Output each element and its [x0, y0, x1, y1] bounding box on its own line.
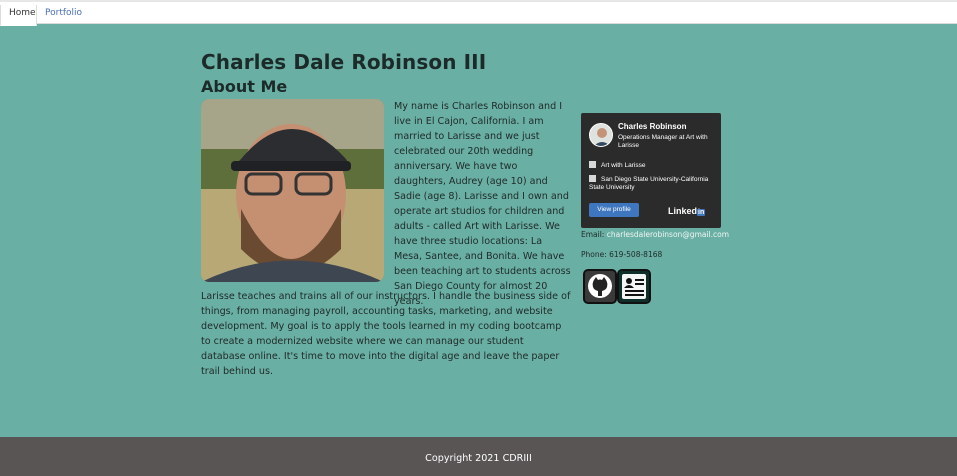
view-profile-button[interactable]: View profile [589, 203, 639, 217]
section-heading-about: About Me [201, 77, 288, 96]
linkedin-school: San Diego State University-California St… [589, 176, 709, 191]
github-icon[interactable] [583, 269, 617, 304]
linkedin-company: Art with Larisse [601, 162, 646, 169]
email-link[interactable]: charlesdalerobinson@gmail.com [607, 230, 729, 239]
linkedin-title: Operations Manager at Art with Larisse [618, 134, 708, 149]
page-title: Charles Dale Robinson III [201, 50, 487, 74]
email-line: Email: charlesdalerobinson@gmail.com [581, 230, 729, 239]
linkedin-school-row: San Diego State University-California St… [589, 175, 714, 192]
linkedin-badge[interactable]: Charles Robinson Operations Manager at A… [581, 113, 721, 228]
email-label: Email: [581, 230, 605, 239]
linkedin-company-row: Art with Larisse [589, 161, 645, 170]
linkedin-avatar [589, 123, 613, 147]
top-nav: Home Portfolio [0, 0, 957, 26]
phone-line: Phone: 619-508-8168 [581, 250, 663, 259]
bio-paragraph-1: My name is Charles Robinson and I live i… [394, 101, 571, 307]
profile-photo [201, 99, 384, 282]
copyright-text: Copyright 2021 CDRIII [425, 453, 532, 464]
linkedin-logo: Linkedin [668, 206, 706, 216]
linkedin-logo-text: Linked [668, 206, 698, 216]
linkedin-name: Charles Robinson [618, 122, 687, 131]
linkedin-logo-in: in [697, 209, 706, 216]
resume-icon[interactable] [617, 269, 651, 304]
school-icon [589, 175, 596, 182]
tab-portfolio[interactable]: Portfolio [37, 5, 90, 26]
company-icon [589, 161, 596, 168]
tab-home[interactable]: Home [0, 5, 37, 26]
bio-paragraph-2: Larisse teaches and trains all of our in… [201, 291, 571, 377]
footer: Copyright 2021 CDRIII [0, 437, 957, 476]
